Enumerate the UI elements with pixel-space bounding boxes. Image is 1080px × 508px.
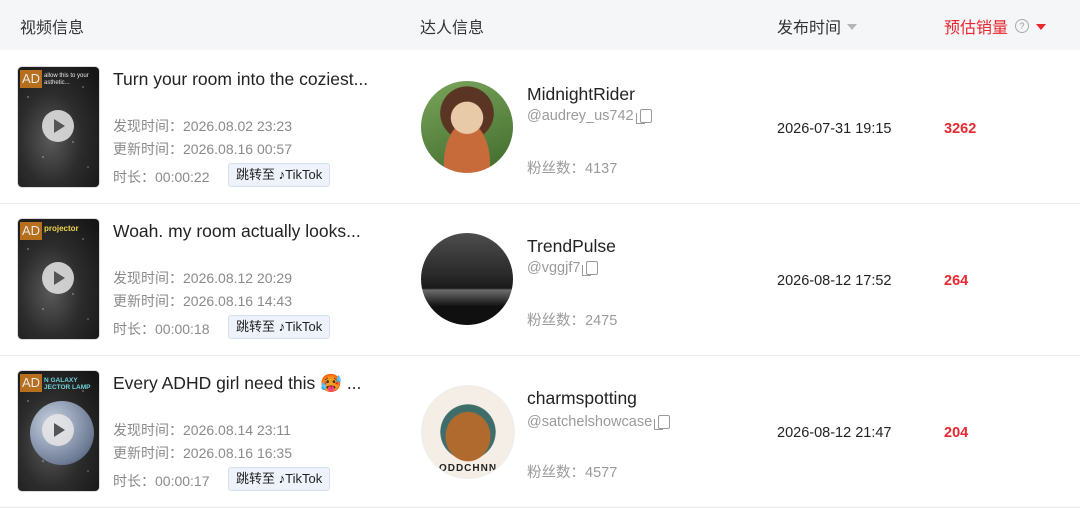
discover-time-value: 2026.08.02 23:23 xyxy=(183,118,292,134)
sort-down-icon[interactable] xyxy=(847,24,858,30)
creator-handle-text: @vggjf7 xyxy=(527,260,581,276)
tiktok-label: TikTok xyxy=(285,471,323,486)
discover-time: 发现时间：2026.08.02 23:23 xyxy=(113,116,292,136)
update-time-value: 2026.08.16 14:43 xyxy=(183,293,292,309)
duration-label: 时长： xyxy=(113,473,155,489)
fans-count: 粉丝数：4137 xyxy=(527,157,617,178)
discover-time-label: 发现时间： xyxy=(113,270,183,286)
publish-time: 2026-08-12 17:52 xyxy=(777,273,892,289)
duration: 时长：00:00:22 xyxy=(113,167,210,187)
discover-time-label: 发现时间： xyxy=(113,118,183,134)
fans-value: 4137 xyxy=(585,161,618,177)
duration: 时长：00:00:18 xyxy=(113,319,210,339)
creator-handle-text: @satchelshowcase xyxy=(527,414,653,430)
discover-time-value: 2026.08.12 20:29 xyxy=(183,270,292,286)
update-time: 更新时间：2026.08.16 00:57 xyxy=(113,139,292,159)
discover-time-label: 发现时间： xyxy=(113,422,183,438)
jump-to-label: 跳转至 xyxy=(236,319,276,334)
update-time-label: 更新时间： xyxy=(113,293,183,309)
estimated-sales: 204 xyxy=(944,425,969,441)
avatar[interactable] xyxy=(421,233,513,325)
duration: 时长：00:00:17 xyxy=(113,471,210,491)
creator-handle: @satchelshowcase xyxy=(527,414,671,430)
play-icon[interactable] xyxy=(42,262,74,294)
update-time-value: 2026.08.16 16:35 xyxy=(183,445,292,461)
estimated-sales: 3262 xyxy=(944,121,977,137)
update-time: 更新时间：2026.08.16 16:35 xyxy=(113,443,292,463)
fans-value: 4577 xyxy=(585,465,618,481)
tiktok-label: TikTok xyxy=(285,167,323,182)
video-title[interactable]: Turn your room into the coziest... xyxy=(113,69,368,90)
header-publish-time-sort[interactable]: 发布时间 xyxy=(777,14,858,38)
publish-time: 2026-08-12 21:47 xyxy=(777,425,892,441)
thumbnail-caption: allow this to your asthetic... xyxy=(44,73,89,86)
video-thumbnail[interactable]: AD allow this to your asthetic... xyxy=(18,67,99,187)
ad-badge: AD xyxy=(20,374,42,392)
jump-to-tiktok-button[interactable]: 跳转至 ♪TikTok xyxy=(228,163,331,187)
update-time: 更新时间：2026.08.16 14:43 xyxy=(113,291,292,311)
update-time-value: 2026.08.16 00:57 xyxy=(183,141,292,157)
header-estimated-sales-label: 预估销量 xyxy=(944,20,1009,37)
fans-label: 粉丝数： xyxy=(527,161,585,177)
copy-icon[interactable] xyxy=(582,261,599,276)
jump-to-tiktok-button[interactable]: 跳转至 ♪TikTok xyxy=(228,467,331,491)
video-thumbnail[interactable]: AD N GALAXY JECTOR LAMP xyxy=(18,371,99,491)
video-thumbnail[interactable]: AD projector xyxy=(18,219,99,339)
header-estimated-sales-sort[interactable]: 预估销量 ? xyxy=(944,14,1047,38)
thumbnail-caption: projector xyxy=(44,224,79,233)
duration-value: 00:00:18 xyxy=(155,321,210,337)
creator-name[interactable]: MidnightRider xyxy=(527,84,635,105)
fans-label: 粉丝数： xyxy=(527,465,585,481)
tiktok-label: TikTok xyxy=(285,319,323,334)
video-title[interactable]: Woah. my room actually looks... xyxy=(113,221,361,242)
table-row: AD N GALAXY JECTOR LAMP Every ADHD girl … xyxy=(0,355,1080,508)
table-row: AD projector Woah. my room actually look… xyxy=(0,203,1080,356)
publish-time: 2026-07-31 19:15 xyxy=(777,121,892,137)
duration-label: 时长： xyxy=(113,321,155,337)
copy-icon[interactable] xyxy=(654,415,671,430)
fans-label: 粉丝数： xyxy=(527,313,585,329)
discover-time: 发现时间：2026.08.14 23:11 xyxy=(113,420,291,440)
jump-to-label: 跳转至 xyxy=(236,471,276,486)
duration-label: 时长： xyxy=(113,169,155,185)
jump-to-tiktok-button[interactable]: 跳转至 ♪TikTok xyxy=(228,315,331,339)
header-video-info: 视频信息 xyxy=(20,20,85,37)
discover-time-value: 2026.08.14 23:11 xyxy=(183,422,291,438)
creator-name[interactable]: TrendPulse xyxy=(527,236,616,257)
fans-value: 2475 xyxy=(585,313,618,329)
creator-handle-text: @audrey_us742 xyxy=(527,108,634,124)
header-creator-info: 达人信息 xyxy=(420,20,485,37)
copy-icon[interactable] xyxy=(635,109,652,124)
table-header: 视频信息 达人信息 发布时间 预估销量 ? xyxy=(0,0,1080,50)
creator-handle: @audrey_us742 xyxy=(527,108,652,124)
update-time-label: 更新时间： xyxy=(113,141,183,157)
sort-down-active-icon[interactable] xyxy=(1036,24,1047,30)
thumbnail-caption: N GALAXY JECTOR LAMP xyxy=(44,377,91,391)
video-title[interactable]: Every ADHD girl need this 🥵 ... xyxy=(113,373,361,394)
ad-badge: AD xyxy=(20,70,42,88)
discover-time: 发现时间：2026.08.12 20:29 xyxy=(113,268,292,288)
header-publish-time-label: 发布时间 xyxy=(777,20,842,37)
table-row: AD allow this to your asthetic... Turn y… xyxy=(0,51,1080,204)
update-time-label: 更新时间： xyxy=(113,445,183,461)
play-icon[interactable] xyxy=(42,110,74,142)
creator-handle: @vggjf7 xyxy=(527,260,599,276)
jump-to-label: 跳转至 xyxy=(236,167,276,182)
ad-badge: AD xyxy=(20,222,42,240)
avatar[interactable]: ODDCHNN xyxy=(421,385,515,479)
duration-value: 00:00:22 xyxy=(155,169,210,185)
fans-count: 粉丝数：2475 xyxy=(527,309,617,330)
help-icon[interactable]: ? xyxy=(1015,19,1030,33)
play-icon[interactable] xyxy=(42,414,74,446)
estimated-sales: 264 xyxy=(944,273,969,289)
duration-value: 00:00:17 xyxy=(155,473,210,489)
avatar-logo-text: ODDCHNN xyxy=(438,463,498,474)
fans-count: 粉丝数：4577 xyxy=(527,461,617,482)
creator-name[interactable]: charmspotting xyxy=(527,388,637,409)
avatar[interactable] xyxy=(421,81,513,173)
